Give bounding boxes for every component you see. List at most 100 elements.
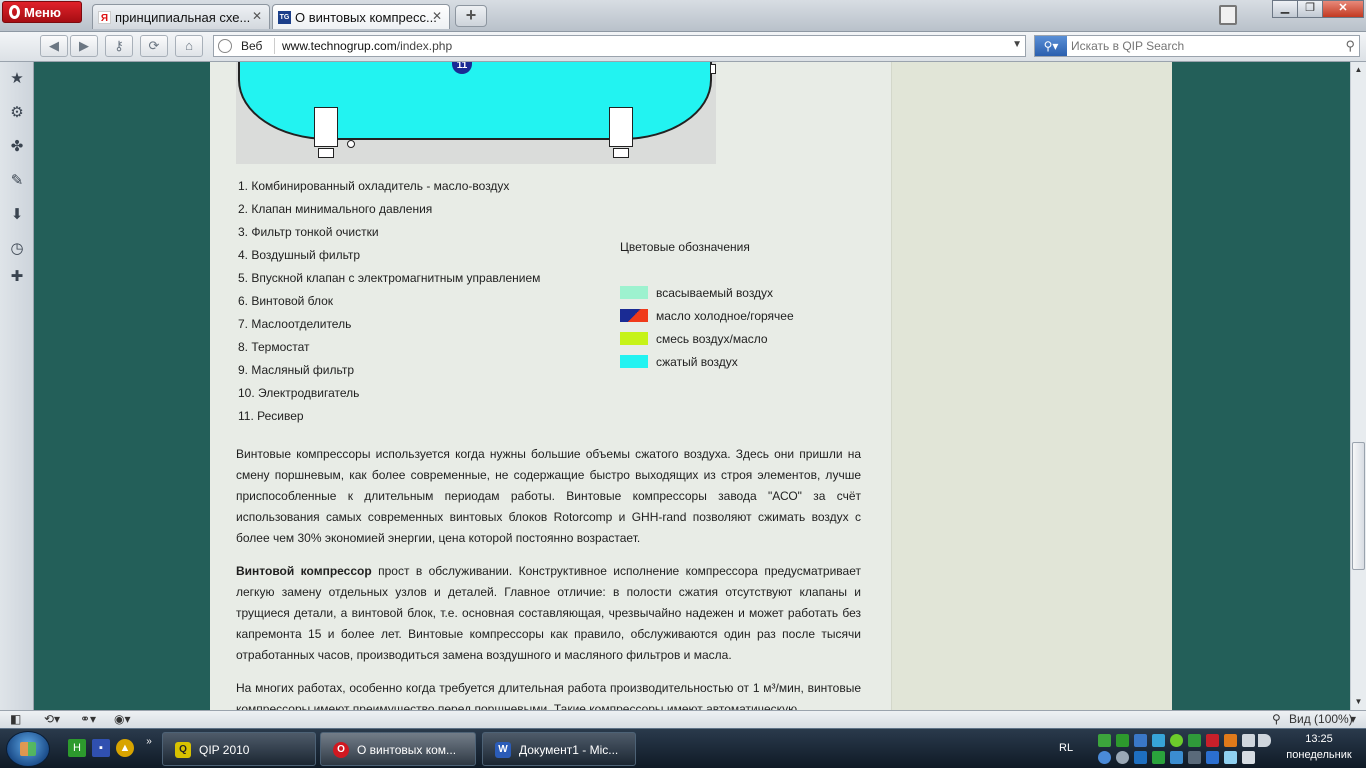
address-dropdown-icon[interactable]: ▼ [1012,39,1022,50]
qip-quicklaunch-icon[interactable]: H [68,739,86,757]
unite-icon[interactable]: ✤ [8,138,26,156]
task-qip[interactable]: Q QIP 2010 [162,732,316,766]
tab-schematic[interactable]: Я принципиальная схе... ✕ [92,4,270,29]
quicklaunch-overflow-icon[interactable]: » [140,733,158,751]
close-tab-icon[interactable]: ✕ [250,9,264,23]
paragraph-body: прост в обслуживании. Конструктивное исп… [236,564,861,662]
clock-time: 13:25 [1305,733,1333,745]
list-item: 10. Электродвигатель [238,386,360,400]
task-word[interactable]: W Документ1 - Mic... [482,732,636,766]
wand-key-button[interactable]: ⚷ [105,35,133,57]
sync-icon[interactable]: ⟲▾ [44,712,60,726]
vertical-scrollbar[interactable]: ▲ ▼ [1350,62,1366,710]
system-clock[interactable]: 13:25 понедельник [1281,731,1357,763]
restore-button[interactable]: ❐ [1297,0,1323,18]
menu-label: Меню [24,5,62,20]
avast-quicklaunch-icon[interactable]: ▲ [116,739,134,757]
search-engine-selector-icon[interactable]: ⚲▾ [1035,36,1067,56]
drain-valve-shape [347,140,355,148]
minimize-button[interactable]: ▁ [1272,0,1298,18]
windows-taskbar: H ▪ ▲ » Q QIP 2010 O О винтовых ком... W… [0,728,1366,768]
close-tab-icon[interactable]: ✕ [430,9,444,23]
content-column: 11 1. Комбинированный охладитель - масло… [210,62,891,710]
tray-wifi-icon[interactable] [1224,751,1237,764]
opera-logo-icon [9,5,20,19]
paragraph-bold-term: Винтовой компрессор [236,564,372,578]
scroll-down-icon[interactable]: ▼ [1351,694,1366,710]
history-clock-icon[interactable]: ◷ [8,240,26,258]
parts-list: 1. Комбинированный охладитель - масло-во… [238,179,540,432]
close-window-button[interactable]: ✕ [1322,0,1364,18]
tray-security-icon[interactable] [1206,734,1219,747]
page-viewport: 11 1. Комбинированный охладитель - масло… [34,62,1350,710]
tray-icq-icon[interactable] [1116,734,1129,747]
tab-screw-compressors[interactable]: TG О винтовых компресс... ✕ [272,4,450,29]
start-button[interactable] [6,731,50,767]
notes-icon[interactable]: ✎ [8,172,26,190]
task-opera[interactable]: O О винтовых ком... [320,732,476,766]
add-panel-icon[interactable]: ✚ [8,268,26,286]
opera-menu-button[interactable]: Меню [2,1,82,23]
list-item: 11. Ресивер [238,409,304,423]
url-domain: www.technogrup.com [282,39,397,53]
tray-avast-icon[interactable] [1224,734,1237,747]
qip-icon: Q [175,742,191,758]
tray-skype-icon[interactable] [1170,734,1183,747]
tray-flag-icon[interactable] [1242,751,1255,764]
globe-icon [218,39,232,53]
turbo-icon[interactable]: ◉▾ [114,712,131,726]
tray-green-icon[interactable] [1152,751,1165,764]
address-field[interactable]: Веб www.technogrup.com/index.php ▼ [213,35,1026,57]
zoom-dropdown-icon[interactable]: ▾ [1350,712,1356,726]
forward-button[interactable]: ▶ [70,35,98,57]
new-tab-button[interactable]: + [455,5,487,27]
list-item: 7. Маслоотделитель [238,317,352,331]
home-button[interactable]: ⌂ [175,35,203,57]
tray-monitor-icon[interactable] [1152,734,1165,747]
language-indicator[interactable]: RL [1059,742,1073,754]
list-item: 8. Термостат [238,340,310,354]
tray-remote-icon[interactable] [1206,751,1219,764]
legend-label: всасываемый воздух [656,286,774,300]
list-item: 9. Масляный фильтр [238,363,354,377]
downloads-icon[interactable]: ⬇ [8,206,26,224]
scrollbar-thumb[interactable] [1352,442,1365,570]
widgets-gear-icon[interactable]: ⚙ [8,104,26,122]
save-quicklaunch-icon[interactable]: ▪ [92,739,110,757]
zoom-icon[interactable]: ⚲ [1272,712,1281,726]
unite-status-icon[interactable]: ⚭▾ [80,712,96,726]
tray-display-icon[interactable] [1134,751,1147,764]
scroll-up-icon[interactable]: ▲ [1351,62,1366,78]
address-url: www.technogrup.com/index.php [282,39,452,53]
panel-toggle-icon[interactable]: ◧ [10,712,21,726]
tray-sync-icon[interactable] [1170,751,1183,764]
search-icon[interactable]: ⚲ [1345,38,1355,54]
list-item: 1. Комбинированный охладитель - масло-во… [238,179,510,193]
tank-support-left [314,107,338,147]
tray-network-icon[interactable] [1134,734,1147,747]
zoom-label[interactable]: Вид (100%) [1289,712,1353,726]
reload-icon: ⟳ [148,38,160,53]
url-path: /index.php [396,39,453,53]
reload-button[interactable]: ⟳ [140,35,168,57]
tray-bluetooth-icon[interactable] [1098,751,1111,764]
tray-volume-icon[interactable] [1258,734,1271,747]
search-input[interactable] [1071,38,1331,54]
tray-usb-icon[interactable] [1188,751,1201,764]
tray-update-icon[interactable] [1188,734,1201,747]
tray-battery-icon[interactable] [1242,734,1255,747]
tray-cd-icon[interactable] [1116,751,1129,764]
bookmarks-icon[interactable]: ★ [8,70,26,88]
search-box[interactable]: ⚲▾ ⚲ [1034,35,1360,57]
tray-qip-icon[interactable] [1098,734,1111,747]
closed-tabs-trash-icon[interactable] [1219,5,1237,25]
status-bar: ◧ ⟲▾ ⚭▾ ◉▾ ⚲ Вид (100%) ▾ [0,710,1366,728]
address-mode-label: Веб [241,39,263,53]
legend-title: Цветовые обозначения [620,240,750,254]
legend-swatch [620,286,648,299]
list-item: 3. Фильтр тонкой очистки [238,225,379,239]
paragraph-applications: На многих работах, особенно когда требуе… [236,681,861,710]
back-button[interactable]: ◀ [40,35,68,57]
home-icon: ⌂ [185,38,193,53]
task-label: О винтовых ком... [357,743,457,757]
